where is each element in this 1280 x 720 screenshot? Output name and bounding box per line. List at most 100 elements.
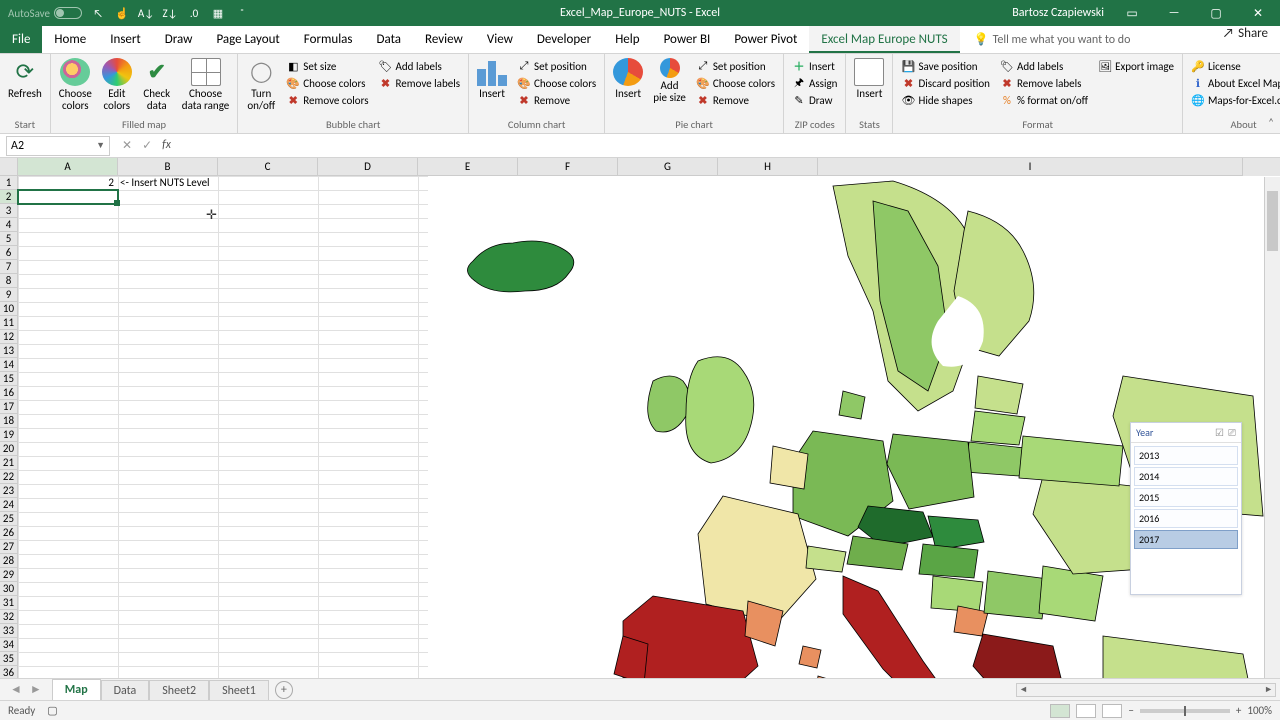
name-box[interactable]: A2▼ — [6, 136, 110, 156]
add-labels-button[interactable]: 🏷Add labels — [375, 58, 465, 74]
row-header[interactable]: 22 — [0, 470, 18, 484]
column-header[interactable]: A — [18, 158, 118, 176]
row-header[interactable]: 8 — [0, 274, 18, 288]
pie-colors-button[interactable]: 🎨Choose colors — [692, 75, 779, 91]
select-all-corner[interactable] — [0, 158, 18, 176]
sort-asc-icon[interactable]: A↓ — [138, 5, 154, 21]
remove-colors-button[interactable]: ✖Remove colors — [282, 92, 372, 108]
sort-desc-icon[interactable]: Z↓ — [162, 5, 178, 21]
tab-powerbi[interactable]: Power BI — [652, 26, 723, 53]
row-header[interactable]: 23 — [0, 484, 18, 498]
slicer-item[interactable]: 2014 — [1134, 467, 1238, 486]
sheet-tab-map[interactable]: Map — [52, 679, 101, 702]
tab-draw[interactable]: Draw — [153, 26, 205, 53]
decimal-icon[interactable]: .0 — [186, 5, 202, 21]
row-header[interactable]: 27 — [0, 540, 18, 554]
choose-colors-button[interactable]: Choose colors — [55, 56, 96, 114]
tab-insert[interactable]: Insert — [98, 26, 153, 53]
multiselect-icon[interactable]: ☑ — [1215, 426, 1224, 439]
row-header[interactable]: 2 — [0, 190, 18, 204]
pie-insert-button[interactable]: Insert — [609, 56, 647, 102]
row-header[interactable]: 26 — [0, 526, 18, 540]
column-header[interactable]: E — [418, 158, 518, 176]
pie-remove-button[interactable]: ✖Remove — [692, 92, 779, 108]
vertical-scrollbar[interactable] — [1264, 177, 1280, 678]
column-position-button[interactable]: ⤢Set position — [513, 58, 600, 74]
autosave-toggle[interactable]: AutoSave — [8, 7, 82, 20]
row-header[interactable]: 34 — [0, 638, 18, 652]
row-header[interactable]: 15 — [0, 372, 18, 386]
row-header[interactable]: 28 — [0, 554, 18, 568]
about-button[interactable]: ℹAbout Excel Map — [1187, 75, 1280, 91]
edit-colors-button[interactable]: Edit colors — [98, 56, 136, 114]
row-header[interactable]: 20 — [0, 442, 18, 456]
tab-data[interactable]: Data — [365, 26, 414, 53]
tab-help[interactable]: Help — [603, 26, 651, 53]
cell-b1[interactable]: <- Insert NUTS Level — [118, 176, 210, 190]
zip-insert-button[interactable]: ＋Insert — [788, 58, 841, 74]
row-header[interactable]: 35 — [0, 652, 18, 666]
column-remove-button[interactable]: ✖Remove — [513, 92, 600, 108]
format-remove-labels-button[interactable]: ✖Remove labels — [996, 75, 1092, 91]
cell-a1[interactable]: 2 — [18, 176, 118, 190]
user-name[interactable]: Bartosz Czapiewski — [1012, 6, 1104, 20]
sheet-next-icon[interactable]: ► — [30, 682, 42, 697]
column-header[interactable]: H — [718, 158, 818, 176]
column-header[interactable]: F — [518, 158, 618, 176]
row-header[interactable]: 10 — [0, 302, 18, 316]
sheet-tab[interactable]: Data — [101, 680, 150, 701]
license-button[interactable]: 🔑License — [1187, 58, 1280, 74]
bubble-toggle-button[interactable]: ◯Turn on/off — [242, 56, 280, 114]
stats-insert-button[interactable]: Insert — [850, 56, 888, 102]
set-size-button[interactable]: ◧Set size — [282, 58, 372, 74]
tab-powerpivot[interactable]: Power Pivot — [722, 26, 809, 53]
horizontal-scrollbar[interactable]: ◄► — [1016, 683, 1276, 697]
normal-view-button[interactable] — [1050, 704, 1070, 718]
pie-position-button[interactable]: ⤢Set position — [692, 58, 779, 74]
accept-formula-icon[interactable]: ✓ — [142, 138, 152, 153]
close-icon[interactable]: ✕ — [1244, 6, 1272, 21]
tab-excel-map[interactable]: Excel Map Europe NUTS — [809, 26, 959, 53]
zoom-slider[interactable] — [1140, 709, 1230, 713]
choose-data-range-button[interactable]: Choose data range — [178, 56, 233, 114]
row-header[interactable]: 14 — [0, 358, 18, 372]
column-header[interactable]: I — [818, 158, 1243, 176]
tab-review[interactable]: Review — [413, 26, 475, 53]
row-header[interactable]: 11 — [0, 316, 18, 330]
minimize-icon[interactable]: — — [1160, 6, 1188, 20]
slicer-item[interactable]: 2017 — [1134, 530, 1238, 549]
zoom-out-button[interactable]: − — [1128, 704, 1133, 717]
column-header[interactable]: B — [118, 158, 218, 176]
website-link[interactable]: 🌐Maps-for-Excel.com — [1187, 92, 1280, 108]
row-header[interactable]: 31 — [0, 596, 18, 610]
pct-format-button[interactable]: %% format on/off — [996, 92, 1092, 108]
row-header[interactable]: 7 — [0, 260, 18, 274]
column-insert-button[interactable]: Insert — [473, 56, 511, 102]
row-header[interactable]: 24 — [0, 498, 18, 512]
column-header[interactable]: C — [218, 158, 318, 176]
row-header[interactable]: 25 — [0, 512, 18, 526]
export-image-button[interactable]: 🖼Export image — [1094, 58, 1178, 74]
tab-page-layout[interactable]: Page Layout — [204, 26, 291, 53]
tell-me-search[interactable]: 💡Tell me what you want to do — [960, 26, 1131, 53]
sheet-prev-icon[interactable]: ◄ — [10, 682, 22, 697]
row-header[interactable]: 33 — [0, 624, 18, 638]
cancel-formula-icon[interactable]: ✕ — [122, 138, 132, 153]
row-header[interactable]: 21 — [0, 456, 18, 470]
format-add-labels-button[interactable]: 🏷Add labels — [996, 58, 1092, 74]
touch-icon[interactable]: ☝ — [114, 5, 130, 21]
tab-file[interactable]: File — [0, 26, 42, 53]
column-header[interactable]: D — [318, 158, 418, 176]
hide-shapes-button[interactable]: 👁Hide shapes — [897, 92, 994, 108]
zip-draw-button[interactable]: ✎Draw — [788, 92, 841, 108]
fx-icon[interactable]: fx — [162, 138, 177, 153]
tab-home[interactable]: Home — [42, 26, 98, 53]
column-colors-button[interactable]: 🎨Choose colors — [513, 75, 600, 91]
zoom-level[interactable]: 100% — [1247, 704, 1272, 717]
tab-developer[interactable]: Developer — [525, 26, 603, 53]
column-header[interactable]: G — [618, 158, 718, 176]
pivot-icon[interactable]: ▦ — [210, 5, 226, 21]
row-header[interactable]: 5 — [0, 232, 18, 246]
cursor-icon[interactable]: ↖ — [90, 5, 106, 21]
row-header[interactable]: 32 — [0, 610, 18, 624]
